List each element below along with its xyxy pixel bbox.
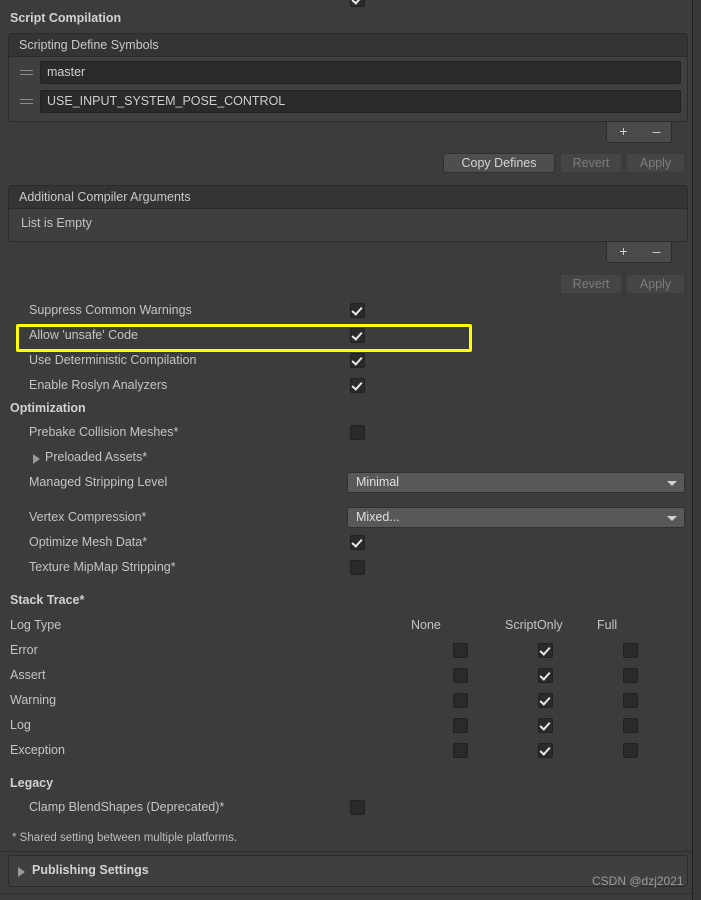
column-header-full: Full xyxy=(597,618,618,632)
scripting-define-symbols-list: Scripting Define Symbols master USE_INPU… xyxy=(8,33,688,122)
defines-add-remove-group: + – xyxy=(606,122,672,143)
chevron-down-icon xyxy=(667,481,677,486)
optimize-mesh-data-label: Optimize Mesh Data* xyxy=(29,535,148,549)
column-header-none: None xyxy=(411,618,441,632)
empty-list-text: List is Empty xyxy=(21,216,92,230)
use-deterministic-compilation-label: Use Deterministic Compilation xyxy=(29,353,197,367)
section-legacy: Legacy xyxy=(10,776,54,790)
enable-roslyn-analyzers-checkbox[interactable] xyxy=(350,378,365,393)
optimize-mesh-data-checkbox[interactable] xyxy=(350,535,365,550)
stack-trace-scriptonly-checkbox[interactable] xyxy=(538,718,553,733)
chevron-right-icon[interactable] xyxy=(33,454,40,464)
list-item[interactable]: USE_INPUT_SYSTEM_POSE_CONTROL xyxy=(9,87,687,115)
prebake-collision-meshes-checkbox[interactable] xyxy=(350,425,365,440)
shared-setting-footnote: * Shared setting between multiple platfo… xyxy=(12,832,238,844)
drag-handle-icon[interactable] xyxy=(20,70,33,76)
add-argument-button[interactable]: + xyxy=(607,242,640,261)
stack-trace-scriptonly-checkbox[interactable] xyxy=(538,668,553,683)
stack-trace-full-checkbox[interactable] xyxy=(623,668,638,683)
managed-stripping-level-label: Managed Stripping Level xyxy=(29,475,168,489)
stack-trace-scriptonly-checkbox[interactable] xyxy=(538,743,553,758)
vertex-compression-value: Mixed... xyxy=(356,510,400,524)
suppress-common-warnings-label: Suppress Common Warnings xyxy=(29,303,192,317)
stack-trace-none-checkbox[interactable] xyxy=(453,668,468,683)
managed-stripping-level-dropdown[interactable]: Minimal xyxy=(347,472,685,493)
stack-trace-none-checkbox[interactable] xyxy=(453,743,468,758)
section-script-compilation: Script Compilation xyxy=(10,11,122,25)
suppress-common-warnings-checkbox[interactable] xyxy=(350,303,365,318)
log-type-label: Log Type xyxy=(10,618,62,632)
chevron-down-icon xyxy=(667,516,677,521)
arguments-revert-button[interactable]: Revert xyxy=(560,274,622,294)
preloaded-assets-label: Preloaded Assets* xyxy=(45,450,148,464)
managed-stripping-level-value: Minimal xyxy=(356,475,400,489)
drag-handle-icon[interactable] xyxy=(20,99,33,105)
defines-revert-button[interactable]: Revert xyxy=(560,153,622,173)
overrides-checkbox-partial[interactable] xyxy=(350,0,365,7)
texture-mipmap-stripping-label: Texture MipMap Stripping* xyxy=(29,560,176,574)
watermark: CSDN @dzj2021 xyxy=(592,874,684,888)
stack-trace-none-checkbox[interactable] xyxy=(453,718,468,733)
enable-roslyn-analyzers-label: Enable Roslyn Analyzers xyxy=(29,378,168,392)
stack-trace-row-label: Error xyxy=(10,643,38,657)
list-item[interactable]: master xyxy=(9,58,687,86)
publishing-settings-label: Publishing Settings xyxy=(32,863,149,877)
section-stack-trace: Stack Trace* xyxy=(10,593,85,607)
stack-trace-full-checkbox[interactable] xyxy=(623,743,638,758)
divider xyxy=(0,851,692,852)
remove-argument-button[interactable]: – xyxy=(640,242,673,261)
vertex-compression-label: Vertex Compression* xyxy=(29,510,147,524)
define-symbol-input[interactable]: master xyxy=(40,61,681,84)
texture-mipmap-stripping-checkbox[interactable] xyxy=(350,560,365,575)
clamp-blendshapes-label: Clamp BlendShapes (Deprecated)* xyxy=(29,800,225,814)
player-settings-panel: Script Compilation Scripting Define Symb… xyxy=(0,0,693,900)
stack-trace-scriptonly-checkbox[interactable] xyxy=(538,693,553,708)
column-header-scriptonly: ScriptOnly xyxy=(505,618,563,632)
define-symbol-input[interactable]: USE_INPUT_SYSTEM_POSE_CONTROL xyxy=(40,90,681,113)
copy-defines-button[interactable]: Copy Defines xyxy=(443,153,555,173)
stack-trace-row-label: Exception xyxy=(10,743,65,757)
scripting-define-symbols-header: Scripting Define Symbols xyxy=(9,34,687,57)
stack-trace-row-label: Warning xyxy=(10,693,57,707)
stack-trace-scriptonly-checkbox[interactable] xyxy=(538,643,553,658)
stack-trace-full-checkbox[interactable] xyxy=(623,643,638,658)
stack-trace-none-checkbox[interactable] xyxy=(453,643,468,658)
add-define-button[interactable]: + xyxy=(607,122,640,141)
use-deterministic-compilation-checkbox[interactable] xyxy=(350,353,365,368)
vertex-compression-dropdown[interactable]: Mixed... xyxy=(347,507,685,528)
panel-scroll-rail[interactable] xyxy=(694,0,701,900)
stack-trace-full-checkbox[interactable] xyxy=(623,718,638,733)
stack-trace-row-label: Log xyxy=(10,718,31,732)
prebake-collision-meshes-label: Prebake Collision Meshes* xyxy=(29,425,179,439)
chevron-right-icon[interactable] xyxy=(18,867,25,877)
divider xyxy=(0,893,692,894)
publishing-settings-foldout[interactable]: Publishing Settings xyxy=(8,855,688,887)
defines-apply-button[interactable]: Apply xyxy=(626,153,685,173)
additional-compiler-arguments-header: Additional Compiler Arguments xyxy=(9,186,687,209)
stack-trace-none-checkbox[interactable] xyxy=(453,693,468,708)
arguments-apply-button[interactable]: Apply xyxy=(626,274,685,294)
arguments-add-remove-group: + – xyxy=(606,242,672,263)
additional-compiler-arguments-list: Additional Compiler Arguments List is Em… xyxy=(8,185,688,242)
clamp-blendshapes-checkbox[interactable] xyxy=(350,800,365,815)
section-optimization: Optimization xyxy=(10,401,86,415)
stack-trace-row-label: Assert xyxy=(10,668,46,682)
stack-trace-full-checkbox[interactable] xyxy=(623,693,638,708)
remove-define-button[interactable]: – xyxy=(640,122,673,141)
